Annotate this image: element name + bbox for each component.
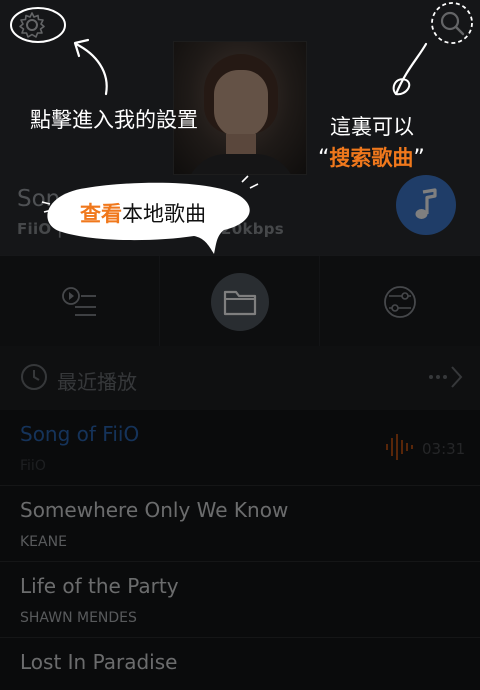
close-quote: ” [413, 146, 425, 171]
search-guide-text-line2: “搜索歌曲” [318, 142, 425, 172]
open-quote: “ [318, 146, 330, 171]
song-duration: 03:31 [422, 440, 466, 458]
list-item[interactable]: Lost In Paradise [0, 638, 480, 690]
search-guide-text-line1: 這裏可以 [330, 115, 414, 139]
song-title: Song of FiiO [20, 422, 140, 446]
clock-icon [21, 364, 47, 390]
song-title: Somewhere Only We Know [20, 498, 289, 522]
folder-circle [210, 272, 269, 331]
local-music-guide-text: 查看本地歌曲 [80, 198, 206, 228]
search-arrow-icon [392, 42, 428, 96]
playing-wave-icon [386, 434, 413, 460]
song-title: Life of the Party [20, 574, 179, 598]
list-item[interactable]: Life of the Party SHAWN MENDES [0, 562, 480, 638]
list-item[interactable]: Song of FiiO FiiO 03:31 [0, 410, 480, 486]
recent-played-bar[interactable]: 最近播放 [0, 346, 480, 410]
settings-guide-text: 點擊進入我的設置 [30, 108, 198, 132]
settings-arrow-icon [73, 38, 108, 96]
recent-played-label: 最近播放 [57, 370, 137, 394]
song-artist: SHAWN MENDES [20, 610, 137, 626]
equalizer-icon [384, 285, 416, 318]
album-art-face [214, 70, 268, 138]
music-note-icon [415, 188, 437, 219]
settings-highlight-ellipse [10, 7, 66, 43]
local-music-guide-highlight: 查看 [80, 202, 122, 226]
tab-bar [0, 255, 480, 347]
list-item[interactable]: Somewhere Only We Know KEANE [0, 486, 480, 562]
search-guide-highlight: 搜索歌曲 [329, 146, 414, 170]
tab-local-music[interactable] [160, 256, 320, 347]
local-music-guide-rest: 本地歌曲 [122, 202, 206, 226]
tab-playlist[interactable] [0, 256, 160, 347]
tab-equalizer[interactable] [320, 256, 480, 347]
folder-icon [223, 290, 256, 315]
song-artist: FiiO [20, 458, 46, 474]
search-highlight-circle [431, 2, 473, 44]
more-chevron-icon[interactable] [428, 364, 464, 390]
now-playing-button[interactable] [396, 175, 456, 235]
song-title: Lost In Paradise [20, 650, 178, 674]
playlist-icon [61, 286, 96, 316]
song-artist: KEANE [20, 534, 67, 550]
